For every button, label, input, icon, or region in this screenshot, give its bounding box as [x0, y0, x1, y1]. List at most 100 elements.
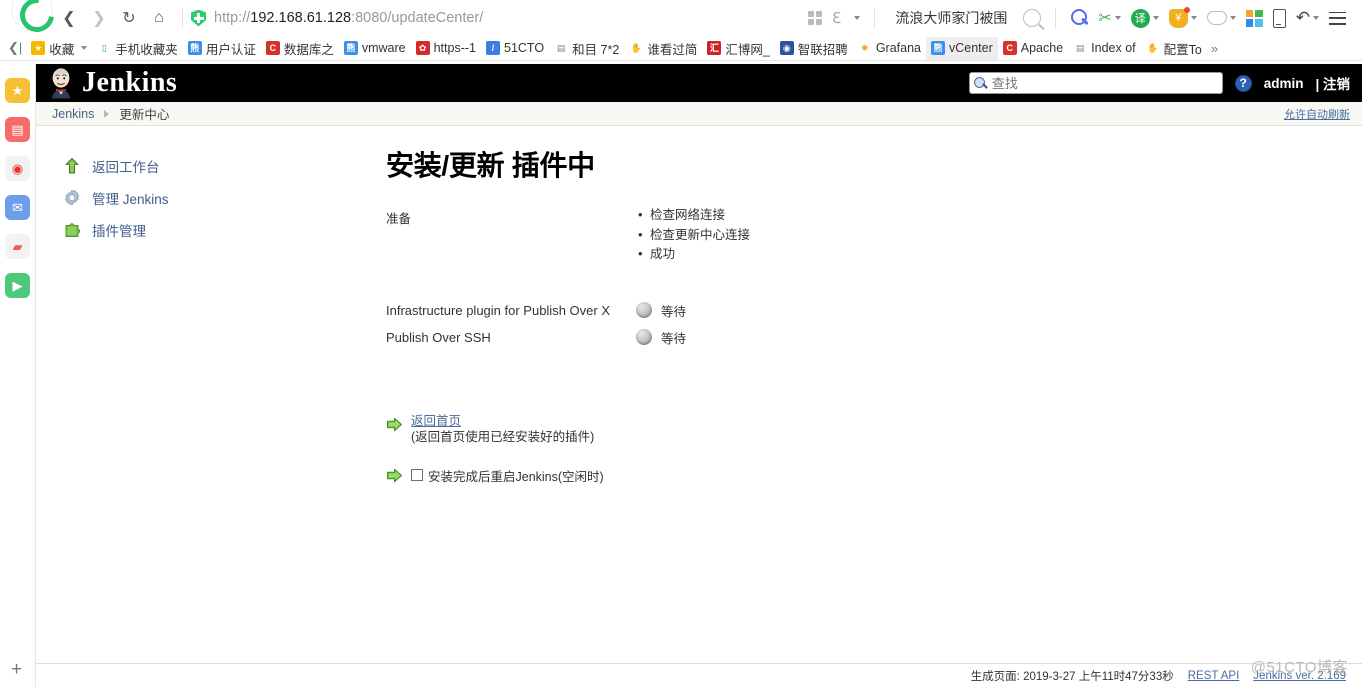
magnifier-icon[interactable] [1066, 4, 1092, 32]
add-app-button[interactable]: + [11, 660, 22, 679]
browser-toolbar-right: ℇ 流浪大师家门被围 ✂ 译 ¥ ↶ [804, 4, 1356, 32]
video-app-icon[interactable]: ▶ [5, 273, 30, 298]
reload-button[interactable]: ↻ [114, 4, 144, 32]
bookmark-item[interactable]: ✋ 谁看过简 [624, 37, 702, 60]
huibo-icon: 汇 [707, 41, 722, 55]
hamburger-menu-icon[interactable] [1325, 4, 1350, 32]
url-scheme: http:// [214, 10, 251, 26]
toolbar-divider [182, 8, 183, 28]
bookmark-label: 手机收藏夹 [115, 42, 178, 57]
translate-icon[interactable]: 译 [1127, 4, 1163, 32]
sidebar-item-manage-jenkins[interactable]: 管理 Jenkins [60, 182, 386, 214]
bookmark-item[interactable]: ▤ Index of [1068, 37, 1140, 60]
jenkins-body: 返回工作台 管理 Jenkins 插件管理 安装/更新 插件中 准备 • 检查网… [36, 126, 1362, 687]
sidebar-item-label: 插件管理 [92, 224, 146, 239]
breadcrumb: Jenkins 更新中心 允许自动刷新 [36, 102, 1362, 126]
url-host: 192.168.61.128 [250, 10, 352, 26]
search-icon[interactable] [1019, 4, 1045, 32]
favorites-app-icon[interactable]: ★ [5, 78, 30, 103]
address-bar[interactable]: http://192.168.61.128:8080/updateCenter/ [191, 9, 484, 27]
jenkins-side-panel: 返回工作台 管理 Jenkins 插件管理 [36, 126, 386, 687]
plugin-status-list: Infrastructure plugin for Publish Over X… [386, 297, 1362, 351]
url-path: :8080/updateCenter/ [351, 10, 484, 26]
four-square-icon[interactable] [1242, 4, 1267, 32]
news-app-icon[interactable]: ▤ [5, 117, 30, 142]
grey-ball-icon [636, 302, 652, 318]
restart-checkbox-row[interactable]: 安装完成后重启Jenkins(空闲时) [411, 464, 604, 485]
bookmark-item[interactable]: 熊 vmware [339, 37, 411, 60]
shield-reward-icon[interactable]: ¥ [1165, 4, 1201, 32]
bookmark-item[interactable]: ▤ 和目 7*2 [549, 37, 624, 60]
bookmark-item[interactable]: C 数据库之 [261, 37, 339, 60]
game-controller-icon[interactable] [1203, 4, 1240, 32]
csdn-icon: C [1002, 41, 1017, 55]
bookmark-label: 51CTO [504, 41, 545, 55]
restart-checkbox[interactable] [411, 469, 423, 481]
current-user-label[interactable]: admin [1264, 76, 1304, 91]
bookmark-item[interactable]: ✿ https--1 [411, 37, 481, 60]
bookmark-item[interactable]: / 51CTO [481, 37, 549, 60]
jenkins-version-link[interactable]: Jenkins ver. 2.169 [1253, 670, 1346, 682]
jenkins-search-box[interactable] [968, 72, 1223, 94]
plugin-name: Publish Over SSH [386, 329, 491, 345]
app-rail-list: ★ ▤ ◉ ✉ ▰ ▶ [5, 78, 30, 298]
forward-button[interactable]: ❯ [84, 4, 114, 32]
game-app-icon[interactable]: ▰ [5, 234, 30, 259]
mail-app-icon[interactable]: ✉ [5, 195, 30, 220]
plugin-name: Infrastructure plugin for Publish Over X [386, 302, 610, 318]
search-input[interactable] [989, 74, 1218, 92]
apps-grid-icon[interactable] [804, 4, 826, 32]
green-right-arrow-icon [386, 416, 403, 433]
bookmark-item[interactable]: ★ 收藏 [26, 37, 92, 60]
page-icon: ▤ [554, 41, 569, 55]
chevron-down-icon[interactable] [81, 46, 88, 50]
page-title: 安装/更新 插件中 [386, 150, 595, 181]
bookmark-label: https--1 [433, 41, 476, 55]
baidu-icon: 熊 [930, 41, 945, 55]
plugin-status: 等待 [636, 328, 686, 347]
baidu-icon: 熊 [187, 41, 202, 55]
bookmark-label: 汇博网_ [725, 42, 770, 57]
back-button[interactable]: ❮ [54, 4, 84, 32]
bookmark-item[interactable]: 熊用户认证 [183, 37, 261, 60]
bookmark-item[interactable]: ✹ Grafana [853, 37, 926, 60]
prepare-step: 检查更新中心连接 [636, 225, 750, 246]
collections-icon[interactable]: ℇ [828, 4, 845, 32]
star-icon: ★ [31, 41, 46, 55]
breadcrumb-root[interactable]: Jenkins [52, 107, 94, 121]
logout-link[interactable]: | 注销 [1315, 73, 1350, 93]
sidebar-item-dashboard[interactable]: 返回工作台 [60, 150, 386, 182]
scissors-icon[interactable]: ✂ [1094, 4, 1124, 32]
help-icon[interactable]: ? [1234, 74, 1252, 92]
collapse-left-icon[interactable]: ❮| [4, 40, 26, 56]
prepare-label: 准备 [386, 212, 412, 226]
mobile-view-icon[interactable] [1269, 4, 1290, 32]
browser-logo-icon [8, 0, 54, 36]
bookmark-item[interactable]: 熊 vCenter [925, 36, 998, 60]
weibo-app-icon[interactable]: ◉ [5, 156, 30, 181]
plugin-status: 等待 [636, 301, 686, 320]
bookmark-item[interactable]: ◉ 智联招聘 [775, 37, 853, 60]
bookmark-item[interactable]: ✋ 配置To [1141, 37, 1207, 60]
bookmarks-overflow-icon[interactable]: » [1207, 41, 1222, 56]
breadcrumb-current[interactable]: 更新中心 [119, 104, 169, 123]
logout-label: 注销 [1323, 77, 1350, 92]
auto-refresh-link[interactable]: 允许自动刷新 [1284, 106, 1350, 122]
sidebar-item-plugin-manager[interactable]: 插件管理 [60, 214, 386, 246]
home-button[interactable]: ⌂ [144, 4, 174, 32]
undo-icon[interactable]: ↶ [1292, 4, 1323, 32]
bookmark-item[interactable]: ▯ 手机收藏夹 [92, 37, 183, 60]
jenkins-logo-link[interactable]: Jenkins [46, 67, 177, 99]
prepare-section: 准备 检查网络连接检查更新中心连接成功 [386, 205, 1362, 265]
bookmark-list: ★ 收藏 ▯ 手机收藏夹熊用户认证 C 数据库之熊 vmware ✿ https--1/51CT… [26, 36, 1207, 60]
bookmark-label: 和目 7*2 [572, 42, 620, 57]
return-home-link[interactable]: 返回首页 [411, 413, 594, 429]
sidebar-item-label: 管理 Jenkins [92, 192, 169, 207]
bookmark-item[interactable]: C Apache [998, 37, 1068, 60]
hot-search-text[interactable]: 流浪大师家门被围 [885, 8, 1017, 28]
bookmark-item[interactable]: 汇汇博网_ [702, 37, 774, 60]
return-home-action: 返回首页 (返回首页使用已经安装好的插件) [386, 413, 1362, 446]
huawei-icon: ✿ [415, 41, 430, 55]
chevron-down-icon[interactable] [847, 4, 864, 32]
rest-api-link[interactable]: REST API [1188, 670, 1240, 682]
